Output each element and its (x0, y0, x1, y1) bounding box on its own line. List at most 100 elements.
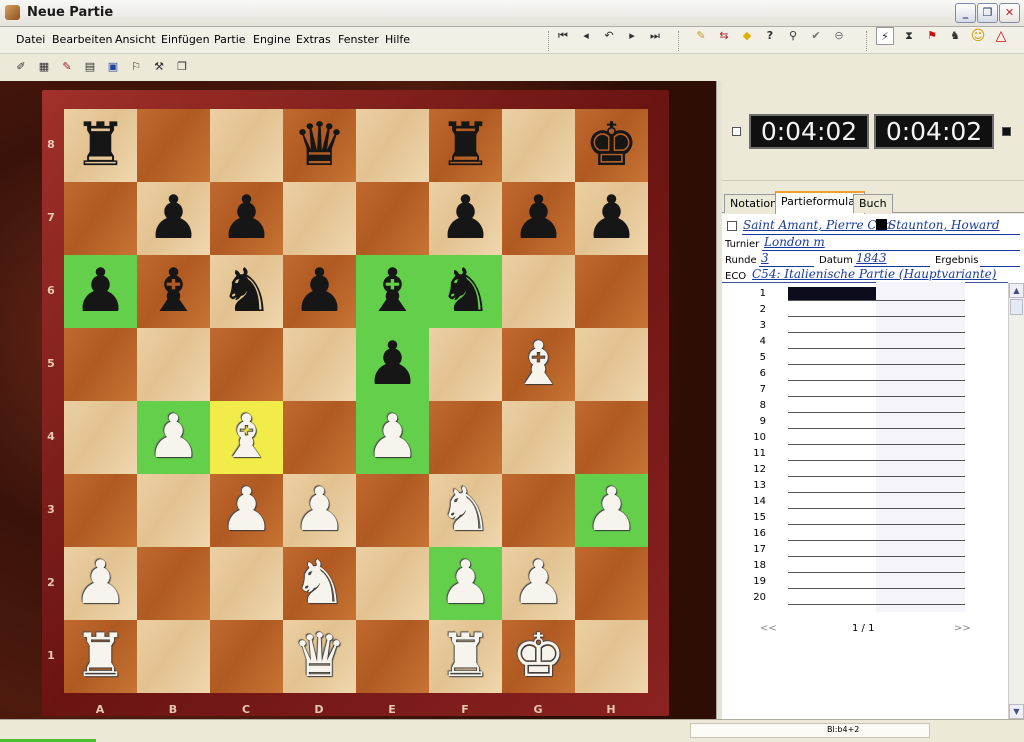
square-h6[interactable] (575, 255, 648, 328)
square-h3[interactable]: ♟ (575, 474, 648, 547)
black-rook-icon[interactable]: ♜ (429, 109, 502, 182)
form-scrollbar[interactable]: ▲ ▼ (1008, 283, 1024, 719)
white-pawn-icon[interactable]: ♟ (502, 547, 575, 620)
square-f1[interactable]: ♜ (429, 620, 502, 693)
black-pawn-icon[interactable]: ♟ (210, 182, 283, 255)
move-line[interactable] (788, 540, 965, 541)
flag-icon[interactable]: ⚑ (923, 27, 941, 45)
white-bishop-icon[interactable]: ♝ (502, 328, 575, 401)
maximize-button[interactable]: ❐ (977, 3, 998, 23)
square-h8[interactable]: ♚ (575, 109, 648, 182)
square-b8[interactable] (137, 109, 210, 182)
black-pawn-icon[interactable]: ♟ (429, 182, 502, 255)
black-pawn-icon[interactable]: ♟ (64, 255, 137, 328)
square-c1[interactable] (210, 620, 283, 693)
square-g5[interactable]: ♝ (502, 328, 575, 401)
menu-einfuegen[interactable]: Einfügen (161, 33, 210, 46)
square-a2[interactable]: ♟ (64, 547, 137, 620)
white-pawn-icon[interactable]: ♟ (137, 401, 210, 474)
scroll-down-icon[interactable]: ▼ (1009, 704, 1024, 719)
square-c4[interactable]: ♝ (210, 401, 283, 474)
move-line[interactable] (788, 604, 965, 605)
move-line[interactable] (788, 412, 965, 413)
prev-page-link[interactable]: << (760, 623, 777, 634)
hint-icon[interactable]: ◆ (738, 27, 756, 45)
square-e2[interactable] (356, 547, 429, 620)
square-b1[interactable] (137, 620, 210, 693)
black-pawn-icon[interactable]: ♟ (137, 182, 210, 255)
square-g1[interactable]: ♚ (502, 620, 575, 693)
book-icon[interactable]: ▦ (35, 58, 53, 76)
move-line[interactable] (788, 380, 965, 381)
white-rook-icon[interactable]: ♜ (64, 620, 137, 693)
move-line[interactable] (788, 524, 965, 525)
move-line[interactable] (788, 588, 965, 589)
white-player-link[interactable]: Saint Amant, Pierre Cha (743, 218, 891, 232)
table-icon[interactable]: ▤ (81, 58, 99, 76)
move-line[interactable] (788, 508, 965, 509)
square-h7[interactable]: ♟ (575, 182, 648, 255)
square-g8[interactable] (502, 109, 575, 182)
square-g7[interactable]: ♟ (502, 182, 575, 255)
square-f4[interactable] (429, 401, 502, 474)
white-knight-icon[interactable]: ♞ (429, 474, 502, 547)
chess-board[interactable]: ♜ ♛ ♜ ♚ ♟ ♟ ♟ ♟ ♟ ♟ ♝ ♞ ♟ ♝ ♞ ♟ ♝ ♟ ♝ ♟ ♟ ♟ ♞ ♟ ♟ ♞ ♟ ♟ ♜ ♛ ♜ ♚ (64, 109, 648, 693)
search-icon[interactable]: ⚲ (784, 27, 802, 45)
square-a5[interactable] (64, 328, 137, 401)
white-bishop-icon[interactable]: ♝ (210, 401, 283, 474)
edit-icon[interactable]: ✎ (58, 58, 76, 76)
close-button[interactable]: ✕ (999, 3, 1020, 23)
black-pawn-icon[interactable]: ♟ (283, 255, 356, 328)
black-pawn-icon[interactable]: ♟ (356, 328, 429, 401)
square-c5[interactable] (210, 328, 283, 401)
last-move-icon[interactable]: ⏭ (646, 27, 664, 45)
scroll-thumb[interactable] (1010, 299, 1023, 315)
square-a4[interactable] (64, 401, 137, 474)
black-queen-icon[interactable]: ♛ (283, 109, 356, 182)
menu-datei[interactable]: Datei (16, 33, 45, 46)
move-line[interactable] (788, 332, 965, 333)
black-bishop-icon[interactable]: ♝ (356, 255, 429, 328)
next-page-link[interactable]: >> (954, 623, 971, 634)
accept-icon[interactable]: ✔ (807, 27, 825, 45)
square-a8[interactable]: ♜ (64, 109, 137, 182)
prev-move-icon[interactable]: ◂ (577, 27, 595, 45)
square-d8[interactable]: ♛ (283, 109, 356, 182)
move-line[interactable] (788, 572, 965, 573)
scroll-up-icon[interactable]: ▲ (1009, 283, 1024, 298)
square-d4[interactable] (283, 401, 356, 474)
move-list[interactable]: 1 2 3 4 5 6 7 8 9 10 11 12 13 14 15 16 17 18 19 20 << 1 / 1… (722, 282, 1008, 634)
black-pawn-icon[interactable]: ♟ (575, 182, 648, 255)
square-c8[interactable] (210, 109, 283, 182)
square-d1[interactable]: ♛ (283, 620, 356, 693)
mark-checkbox[interactable] (727, 221, 737, 231)
square-d3[interactable]: ♟ (283, 474, 356, 547)
square-f7[interactable]: ♟ (429, 182, 502, 255)
square-g4[interactable] (502, 401, 575, 474)
square-h2[interactable] (575, 547, 648, 620)
menu-ansicht[interactable]: Ansicht (115, 33, 156, 46)
round-link[interactable]: 3 (761, 251, 769, 265)
black-player-link[interactable]: Staunton, Howard (888, 218, 1000, 232)
black-knight-icon[interactable]: ♞ (210, 255, 283, 328)
square-h5[interactable] (575, 328, 648, 401)
square-f3[interactable]: ♞ (429, 474, 502, 547)
square-b4[interactable]: ♟ (137, 401, 210, 474)
square-a3[interactable] (64, 474, 137, 547)
square-f5[interactable] (429, 328, 502, 401)
move-line[interactable] (788, 396, 965, 397)
black-rook-icon[interactable]: ♜ (64, 109, 137, 182)
move-line[interactable] (788, 476, 965, 477)
trainer-icon[interactable]: ♞ (946, 27, 964, 45)
new-game-icon[interactable]: ✎ (692, 27, 710, 45)
analysis-icon[interactable]: ? (761, 27, 779, 45)
square-e6[interactable]: ♝ (356, 255, 429, 328)
white-pawn-icon[interactable]: ♟ (356, 401, 429, 474)
square-f2[interactable]: ♟ (429, 547, 502, 620)
black-knight-icon[interactable]: ♞ (429, 255, 502, 328)
engine-icon[interactable]: ⚡ (876, 27, 894, 45)
square-c3[interactable]: ♟ (210, 474, 283, 547)
square-a6[interactable]: ♟ (64, 255, 137, 328)
date-link[interactable]: 1843 (856, 251, 887, 265)
square-g3[interactable] (502, 474, 575, 547)
